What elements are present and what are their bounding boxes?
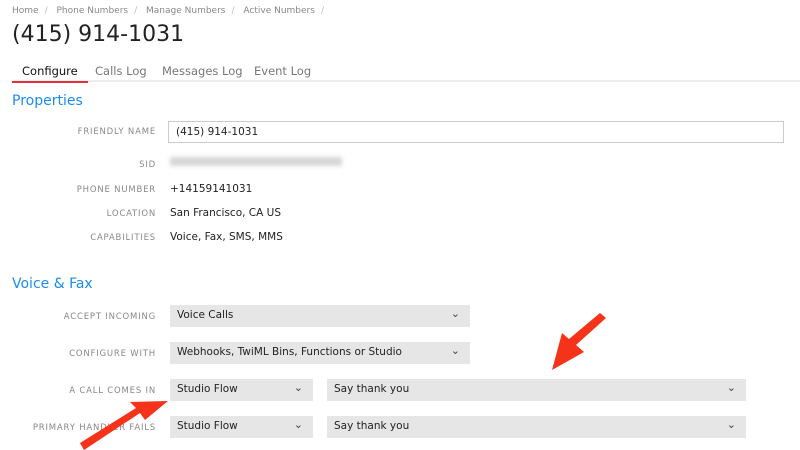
annotation-arrows bbox=[80, 313, 606, 450]
arrow-icon bbox=[552, 313, 606, 370]
arrow-icon bbox=[80, 401, 168, 450]
